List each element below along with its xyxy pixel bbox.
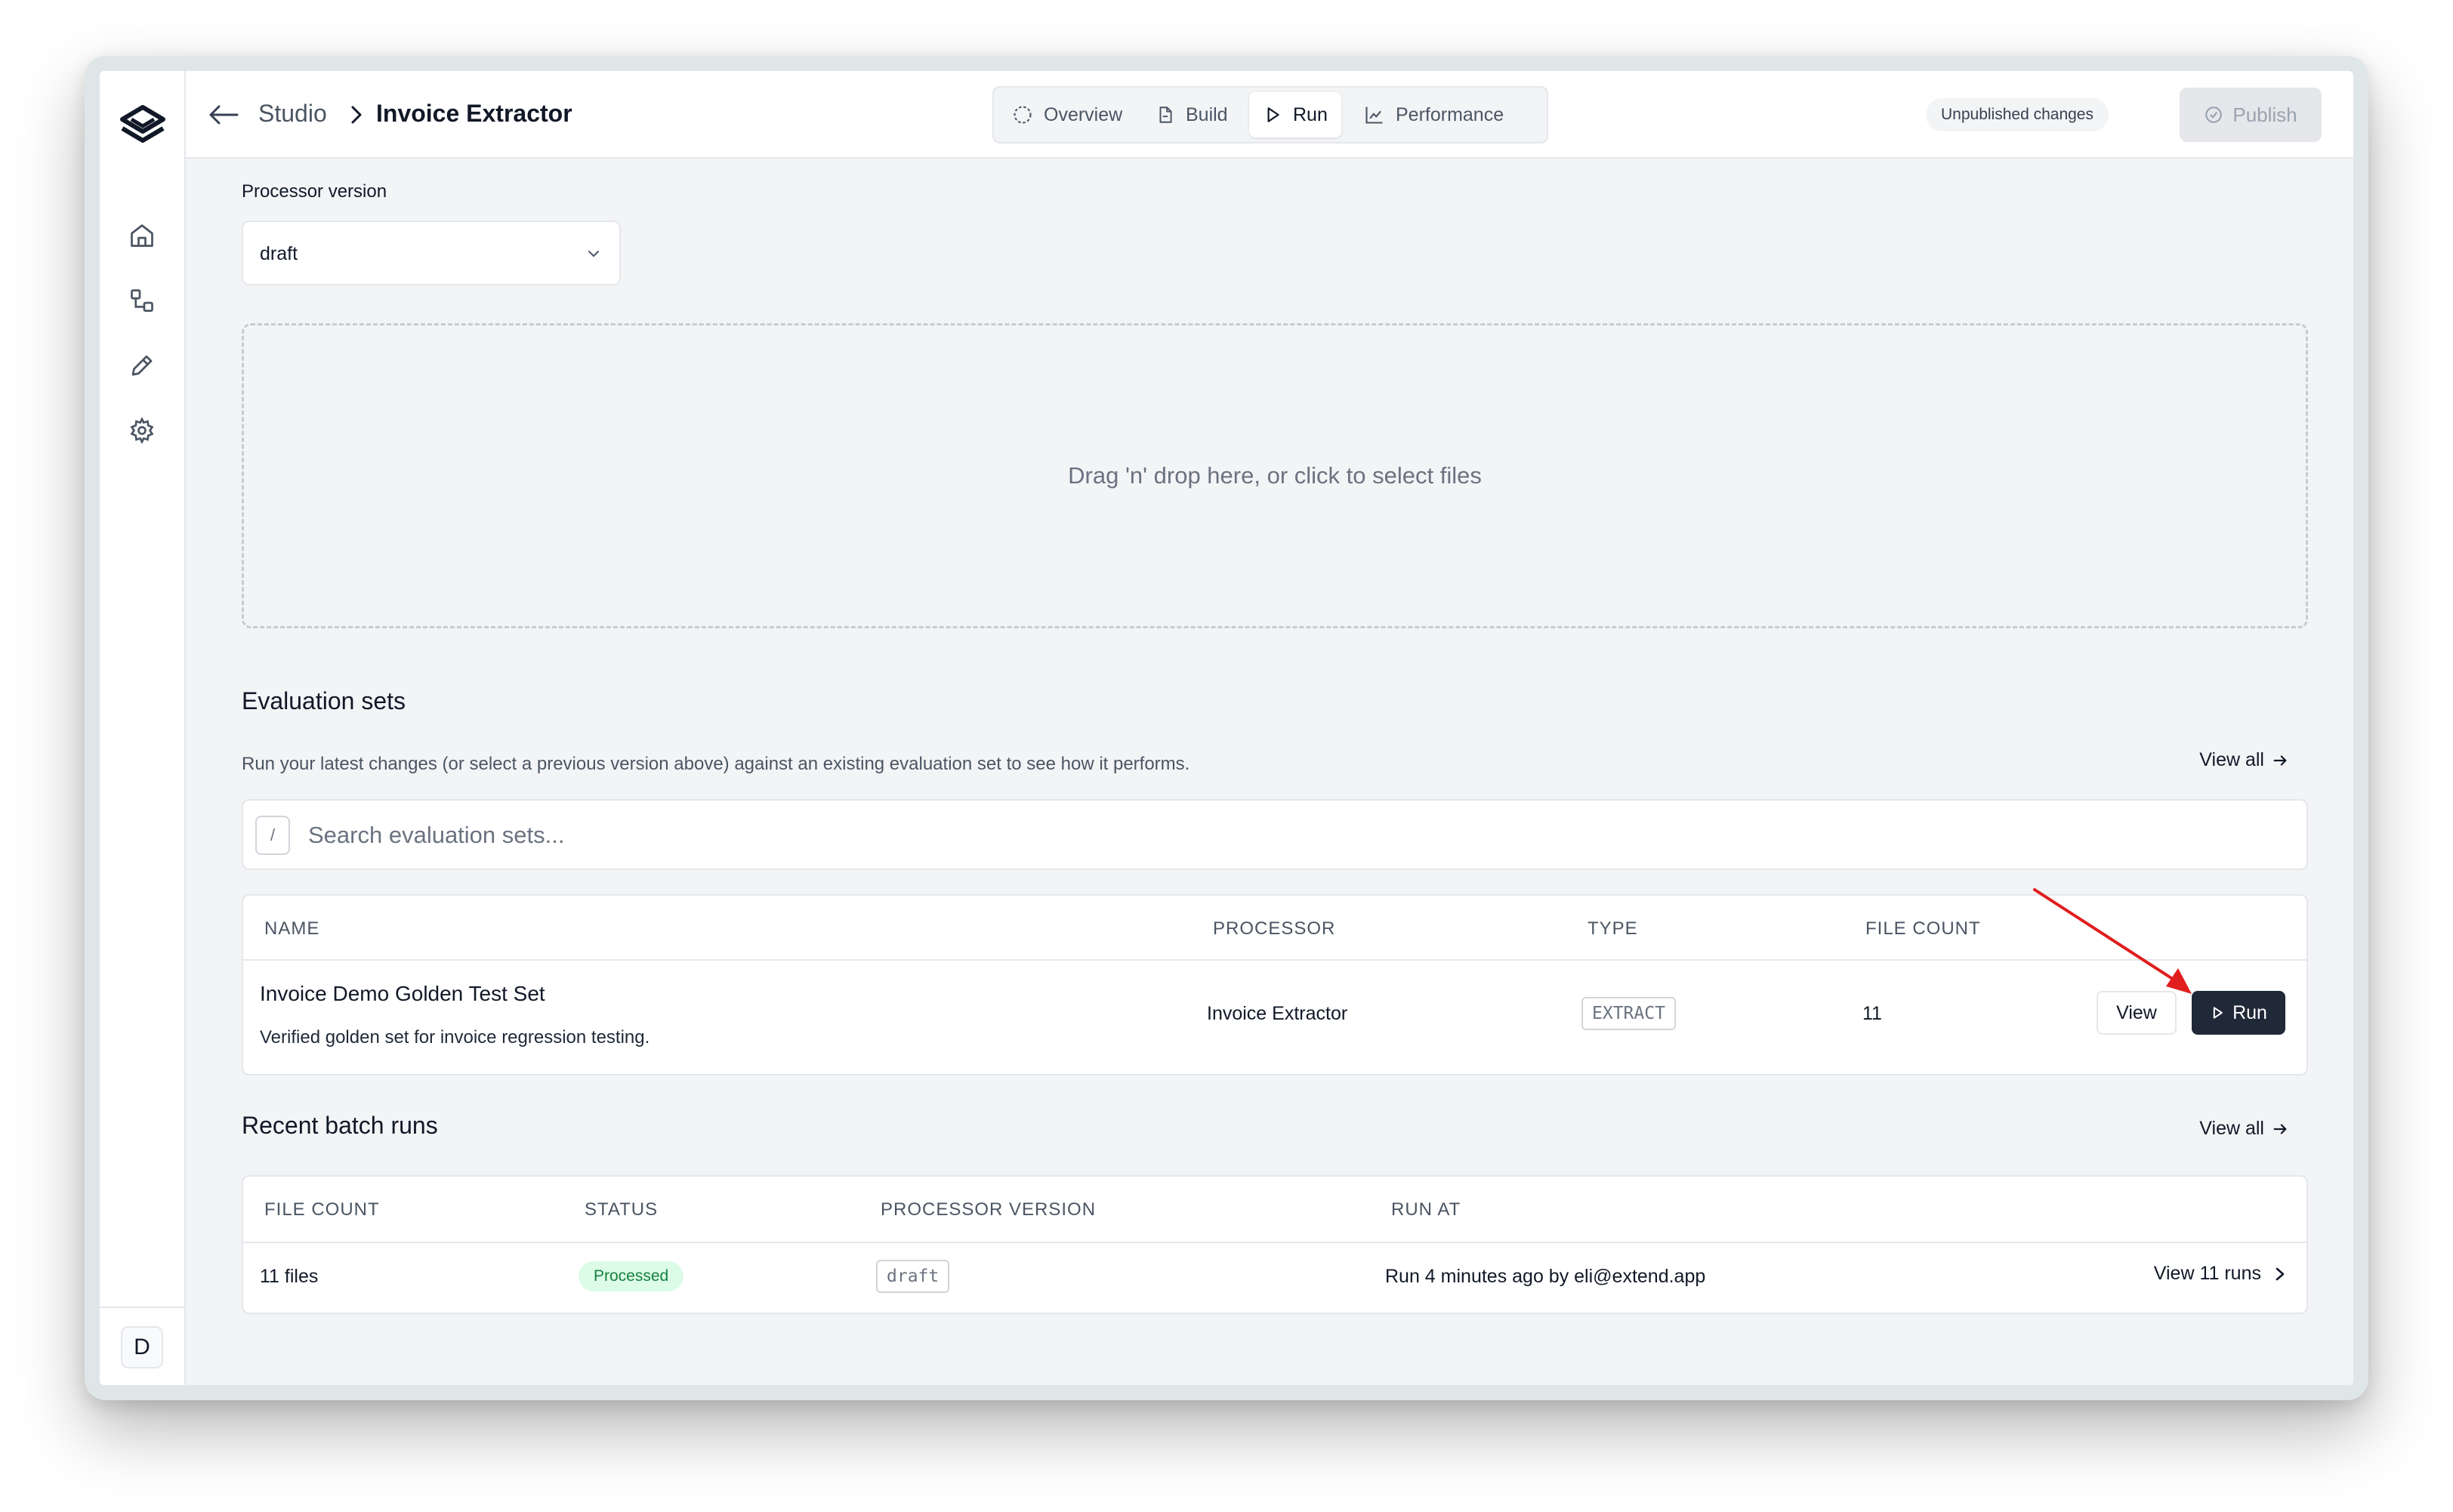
processor-version-label: Processor version bbox=[242, 181, 387, 202]
eval-set-processor: Invoice Extractor bbox=[1207, 1003, 1348, 1024]
view-all-label: View all bbox=[2199, 749, 2264, 770]
publish-label: Publish bbox=[2232, 103, 2297, 126]
batch-run-at: Run 4 minutes ago by eli@extend.app bbox=[1385, 1266, 1706, 1287]
sidebar: D bbox=[100, 71, 186, 1385]
search-input[interactable]: Search evaluation sets... bbox=[308, 822, 564, 849]
chevron-down-icon bbox=[588, 251, 599, 258]
eval-set-name[interactable]: Invoice Demo Golden Test Set bbox=[260, 982, 545, 1006]
tab-overview[interactable]: Overview bbox=[998, 92, 1136, 137]
arrow-right-icon bbox=[2273, 1123, 2287, 1134]
evaluation-sets-view-all[interactable]: View all bbox=[2199, 749, 2288, 771]
col-file-count: FILE COUNT bbox=[1865, 918, 1981, 939]
view-runs-label: View 11 runs bbox=[2153, 1263, 2261, 1284]
view-all-label: View all bbox=[2199, 1118, 2264, 1139]
evaluation-sets-title: Evaluation sets bbox=[242, 687, 406, 714]
avatar[interactable]: D bbox=[121, 1326, 163, 1369]
pencil-icon[interactable] bbox=[124, 347, 160, 384]
dropzone-text: Drag 'n' drop here, or click to select f… bbox=[1068, 462, 1482, 489]
settings-gear-icon[interactable] bbox=[124, 412, 160, 449]
col-processor: PROCESSOR bbox=[1213, 918, 1336, 939]
chevron-right-icon bbox=[2276, 1267, 2285, 1280]
play-icon bbox=[1267, 107, 1279, 122]
unpublished-changes-badge: Unpublished changes bbox=[1926, 98, 2109, 131]
chart-icon bbox=[1365, 106, 1383, 124]
home-icon[interactable] bbox=[124, 218, 160, 254]
tab-overview-label: Overview bbox=[1044, 103, 1123, 125]
col-file-count: FILE COUNT bbox=[264, 1199, 380, 1220]
view-button[interactable]: View bbox=[2097, 991, 2177, 1035]
evaluation-sets-description: Run your latest changes (or select a pre… bbox=[242, 754, 1190, 774]
eval-set-description: Verified golden set for invoice regressi… bbox=[260, 1027, 650, 1048]
batch-runs-table: FILE COUNT STATUS PROCESSOR VERSION RUN … bbox=[242, 1175, 2308, 1314]
eval-set-type-badge: EXTRACT bbox=[1581, 997, 1676, 1030]
logo-icon[interactable] bbox=[118, 101, 168, 151]
tab-performance[interactable]: Performance bbox=[1350, 92, 1517, 137]
eval-set-file-count: 11 bbox=[1862, 1003, 1882, 1024]
page-title: Invoice Extractor bbox=[376, 100, 572, 127]
batch-file-count: 11 files bbox=[260, 1266, 319, 1287]
processor-version-select[interactable]: draft bbox=[242, 221, 621, 285]
tab-performance-label: Performance bbox=[1396, 103, 1504, 125]
col-processor-version: PROCESSOR VERSION bbox=[881, 1199, 1097, 1220]
processor-version-value: draft bbox=[260, 243, 298, 264]
file-icon bbox=[1159, 106, 1172, 123]
batch-runs-title: Recent batch runs bbox=[242, 1112, 438, 1139]
batch-runs-view-all[interactable]: View all bbox=[2199, 1118, 2288, 1140]
tab-bar: Overview Build Run Performance bbox=[992, 86, 1548, 143]
run-button-label: Run bbox=[2232, 1001, 2267, 1023]
check-circle-icon bbox=[2205, 106, 2223, 123]
sidebar-footer: D bbox=[100, 1307, 184, 1385]
app-window: D Studio Invoice Extractor Overview Buil… bbox=[100, 71, 2353, 1385]
table-header: FILE COUNT STATUS PROCESSOR VERSION RUN … bbox=[243, 1177, 2306, 1243]
col-run-at: RUN AT bbox=[1391, 1199, 1461, 1220]
evaluation-search: / Search evaluation sets... bbox=[242, 799, 2308, 870]
run-button[interactable]: Run bbox=[2192, 991, 2285, 1035]
status-badge: Processed bbox=[579, 1261, 684, 1291]
play-icon bbox=[2213, 1007, 2223, 1019]
tab-run[interactable]: Run bbox=[1249, 92, 1341, 137]
keyboard-shortcut-hint: / bbox=[255, 816, 290, 855]
file-dropzone[interactable]: Drag 'n' drop here, or click to select f… bbox=[242, 323, 2308, 628]
publish-button[interactable]: Publish bbox=[2180, 88, 2322, 142]
col-status: STATUS bbox=[585, 1199, 659, 1220]
col-type: TYPE bbox=[1588, 918, 1638, 939]
dashed-circle-icon bbox=[1014, 106, 1032, 124]
view-runs-link[interactable]: View 11 runs bbox=[2154, 1263, 2287, 1285]
processor-version-badge: draft bbox=[876, 1260, 950, 1293]
main-content: Processor version draft Drag 'n' drop he… bbox=[186, 159, 2353, 1385]
chevron-right-icon bbox=[344, 101, 369, 128]
col-name: NAME bbox=[264, 918, 320, 939]
evaluation-sets-table: NAME PROCESSOR TYPE FILE COUNT Invoice D… bbox=[242, 894, 2308, 1075]
tab-build[interactable]: Build bbox=[1142, 92, 1242, 137]
back-arrow-icon[interactable] bbox=[207, 100, 240, 130]
tab-build-label: Build bbox=[1186, 103, 1228, 125]
workflow-icon[interactable] bbox=[124, 282, 160, 319]
arrow-right-icon bbox=[2273, 754, 2287, 766]
table-header: NAME PROCESSOR TYPE FILE COUNT bbox=[243, 896, 2306, 961]
tab-run-label: Run bbox=[1293, 103, 1328, 125]
breadcrumb-studio[interactable]: Studio bbox=[258, 100, 327, 128]
top-bar: Studio Invoice Extractor Overview Build … bbox=[186, 71, 2353, 159]
